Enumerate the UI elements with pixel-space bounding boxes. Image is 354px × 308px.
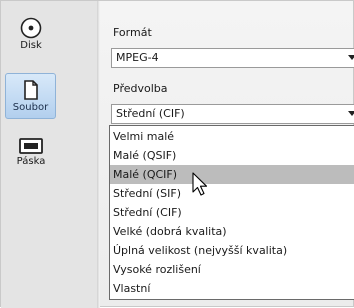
preset-option[interactable]: Velmi malé — [110, 127, 354, 146]
preset-option[interactable]: Velké (dobrá kvalita) — [110, 222, 354, 241]
preset-select[interactable]: Střední (CIF) — [111, 104, 354, 124]
tab-paska[interactable]: Páska — [9, 135, 53, 173]
preset-option[interactable]: Střední (SIF) — [110, 184, 354, 203]
preset-option[interactable]: Úplná velikost (nejvyšší kvalita) — [110, 241, 354, 260]
preset-option-highlighted[interactable]: Malé (QCIF) — [110, 165, 354, 184]
format-label: Formát — [113, 26, 152, 39]
chevron-down-icon[interactable] — [348, 111, 354, 116]
mouse-cursor-icon — [192, 172, 208, 196]
tab-soubor-label: Soubor — [12, 102, 49, 113]
tab-disk[interactable]: Disk — [11, 15, 51, 53]
format-value: MPEG-4 — [116, 51, 159, 64]
format-select[interactable]: MPEG-4 — [111, 48, 354, 68]
preset-label: Předvolba — [113, 82, 168, 95]
tab-soubor[interactable]: Soubor — [5, 73, 56, 119]
preset-option[interactable]: Malé (QSIF) — [110, 146, 354, 165]
preset-option[interactable]: Vysoké rozlišení — [110, 260, 354, 279]
tab-disk-label: Disk — [20, 40, 42, 51]
tab-paska-label: Páska — [16, 156, 46, 167]
chevron-down-icon[interactable] — [348, 55, 354, 60]
tape-icon — [19, 138, 43, 154]
preset-option[interactable]: Střední (CIF) — [110, 203, 354, 222]
disk-icon — [20, 17, 42, 39]
preset-option[interactable]: Vlastní — [110, 279, 354, 298]
preset-dropdown-list: Velmi malé Malé (QSIF) Malé (QCIF) Střed… — [109, 125, 354, 300]
file-icon — [23, 80, 38, 100]
preset-value: Střední (CIF) — [116, 107, 185, 120]
tab-rail: Disk Soubor Páska — [1, 1, 100, 308]
